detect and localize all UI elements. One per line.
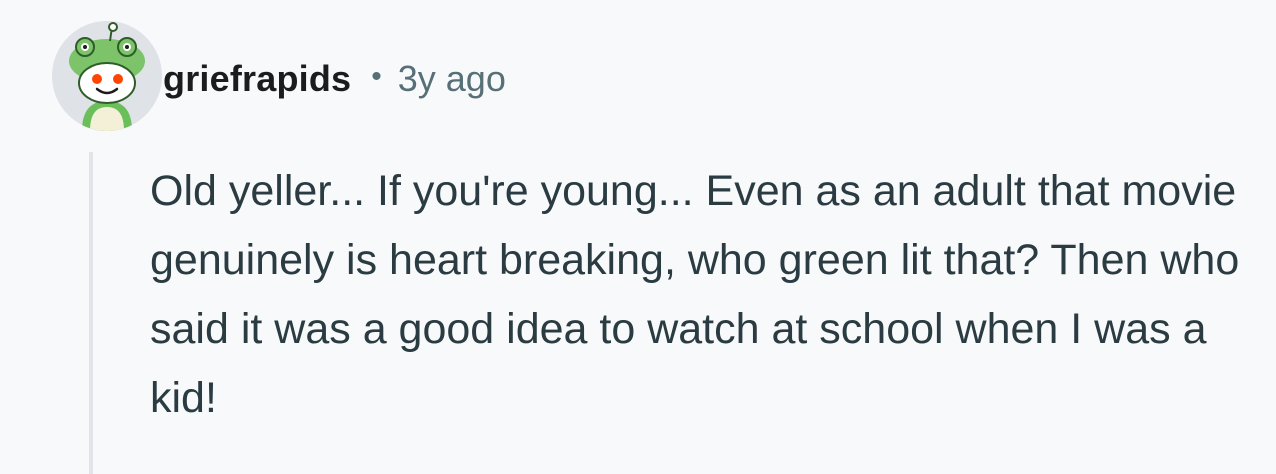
thread-line[interactable] <box>89 152 93 474</box>
comment-header: griefrapids • 3y ago <box>163 56 506 102</box>
user-avatar[interactable] <box>52 21 162 131</box>
username-link[interactable]: griefrapids <box>163 58 351 100</box>
meta-separator: • <box>371 60 382 93</box>
snoo-frog-hat-avatar-icon <box>52 21 162 131</box>
comment: griefrapids • 3y ago Old yeller... If yo… <box>0 0 1276 474</box>
comment-timestamp[interactable]: 3y ago <box>398 58 506 100</box>
comment-body: Old yeller... If you're young... Even as… <box>150 167 1240 422</box>
